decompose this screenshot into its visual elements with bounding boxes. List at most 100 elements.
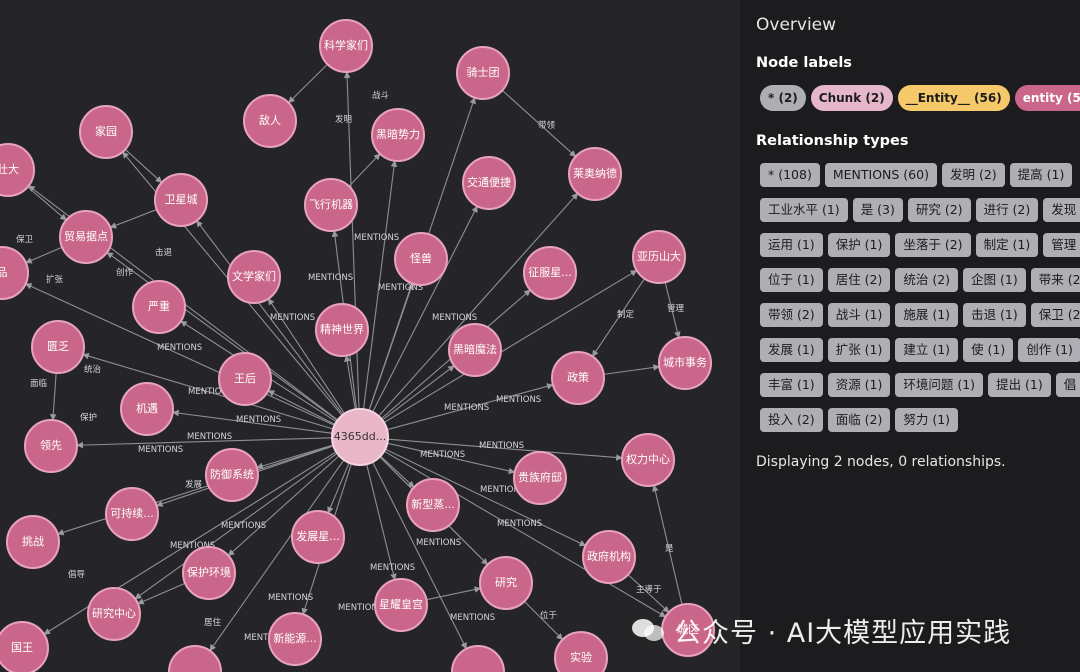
relationship-type-chip[interactable]: 工业水平 (1) [760,198,848,222]
relationship-edge[interactable] [426,586,482,601]
entity-node[interactable]: 新型蒸... [406,478,460,532]
entity-node[interactable]: 星耀皇宫 [374,578,428,632]
entity-node[interactable]: 发展星... [291,510,345,564]
relationship-edge[interactable] [603,364,660,375]
node-label-chip[interactable]: __Entity__ (56) [897,85,1010,111]
entity-node[interactable]: 挑战 [6,515,60,569]
entity-node[interactable]: 黑暗魔法 [448,323,502,377]
relationship-type-chip[interactable]: 运用 (1) [760,233,823,257]
entity-node[interactable]: 权力中心 [621,433,675,487]
entity-node[interactable]: 莱奥纳德 [568,147,622,201]
entity-node[interactable]: 交通便捷 [462,156,516,210]
relationship-type-chip[interactable]: 发展 (1) [760,338,823,362]
relationship-type-chip[interactable]: 制定 (1) [975,233,1039,257]
relationship-type-chip[interactable]: 管理 [1043,233,1080,257]
relationship-type-chip[interactable]: 坐落于 (2) [895,233,971,257]
relationship-type-chip[interactable]: 位于 (1) [760,268,823,292]
relationship-type-chip[interactable]: 保卫 (2 [1030,303,1080,327]
entity-node[interactable]: 政府机构 [582,530,636,584]
relationship-edge[interactable] [327,462,350,514]
node-label-chip[interactable]: entity (56) [1014,85,1080,111]
graph-svg[interactable]: 战斗发明带领击退创作 保卫扩张 MENTIONS MENTIONS MENTIONS ME… [0,0,740,672]
entity-node[interactable]: 征服星... [523,246,577,300]
entity-node[interactable]: 文学家们 [227,250,281,304]
entity-node[interactable]: 研究中心 [87,587,141,641]
relationship-type-chip[interactable]: 企图 (1) [963,268,1026,292]
entity-node[interactable]: 王后 [218,352,272,406]
relationship-type-chip[interactable]: 统治 (2) [895,268,959,292]
entity-node[interactable]: 新能源... [268,612,322,666]
entity-node[interactable]: 研究 [479,556,533,610]
relationship-type-chip[interactable]: 带领 (2) [760,303,823,327]
relationship-type-chip[interactable]: 研究 (2) [907,198,971,222]
relationship-type-chip[interactable]: * (108) [760,163,820,187]
relationship-edge[interactable] [49,372,57,421]
entity-node[interactable]: 品 [0,246,29,300]
relationship-edge[interactable] [27,186,67,221]
entity-node[interactable]: 精神世界 [315,303,369,357]
entity-node[interactable]: 黑暗势力 [371,108,425,162]
relationship-edge[interactable] [109,208,157,229]
relationship-type-chip[interactable]: 环境问题 (1) [895,373,984,397]
entity-node[interactable]: 城市事务 [658,336,712,390]
relationship-type-chip[interactable]: 战斗 (1) [827,303,891,327]
relationship-type-chip[interactable]: 进行 (2) [975,198,1039,222]
entity-node[interactable]: 科学家们 [319,19,373,73]
relationship-type-chip[interactable]: 丰富 (1) [760,373,823,397]
relationship-type-chip[interactable]: 发明 (2) [941,163,1005,187]
entity-node[interactable]: 飞行机器 [304,178,358,232]
relationship-type-chip[interactable]: 施展 (1) [895,303,959,327]
relationship-type-chip[interactable]: 倡 [1055,373,1080,397]
relationship-edge[interactable] [378,192,579,417]
relationship-type-chip[interactable]: 居住 (2) [827,268,891,292]
node-label-chip[interactable]: * (2) [760,85,806,111]
node-label-chip[interactable]: Chunk (2) [810,85,893,111]
relationship-type-chip[interactable]: 保护 (1) [827,233,891,257]
entity-node[interactable]: 贸易据点 [59,210,113,264]
entity-node[interactable]: 怪兽 [394,232,448,286]
entity-node[interactable]: 家园 [79,105,133,159]
relationship-type-chip[interactable]: 使 (1) [963,338,1014,362]
entity-node[interactable]: 机遇 [120,382,174,436]
node-circle[interactable] [168,645,222,672]
entity-node[interactable]: 贵族府邸 [513,451,567,505]
entity-node[interactable]: 政策 [551,351,605,405]
relationship-type-chip[interactable]: MENTIONS (60) [824,163,937,187]
relationship-type-chip[interactable]: 提高 (1) [1009,163,1073,187]
relationship-type-chip[interactable]: 努力 (1) [895,408,959,432]
entity-node[interactable]: 保护环境 [182,546,236,600]
relationship-type-chip[interactable]: 击退 (1) [963,303,1026,327]
relationship-edge[interactable] [25,246,63,264]
entity-node[interactable]: 防御系统 [205,448,259,502]
entity-node[interactable]: 骑士团 [456,46,510,100]
entity-node[interactable]: 实验 [554,631,608,672]
relationship-type-chip[interactable]: 扩张 (1) [827,338,891,362]
entity-node[interactable]: 卫星城 [154,173,208,227]
chunk-node[interactable]: 4365dd... [331,408,389,466]
node-circle[interactable] [451,645,505,672]
entity-node[interactable]: 严重 [132,280,186,334]
entity-node[interactable]: 亚历山大 [632,230,686,284]
entity-node[interactable]: 领先 [24,419,78,473]
relationship-type-chip[interactable]: 带来 (2 [1030,268,1080,292]
entity-node[interactable] [451,645,505,672]
entity-node[interactable]: 国王 [0,621,49,672]
relationship-edge[interactable] [288,63,328,104]
graph-canvas[interactable]: 战斗 发明 带领 击退 创作 保卫 扩张 MENTIONS MENTIONS MENTIONS ME… [0,0,740,672]
relationship-type-chip[interactable]: 资源 (1) [827,373,891,397]
relationship-type-chip[interactable]: 投入 (2) [760,408,823,432]
relationship-type-chip[interactable]: 提出 (1) [988,373,1051,397]
relationship-edge[interactable] [137,582,186,605]
entity-node[interactable]: 敌人 [243,94,297,148]
relationship-type-chip[interactable]: 建立 (1) [895,338,959,362]
relationship-type-chip[interactable]: 创作 (1) [1018,338,1080,362]
relationship-type-chip[interactable]: 面临 (2) [827,408,891,432]
entity-node[interactable]: 匮乏 [31,320,85,374]
entity-node[interactable]: 可持续... [105,487,159,541]
relationship-edge[interactable] [348,153,381,187]
relationship-type-chip[interactable]: 是 (3) [852,198,903,222]
relationship-type-chip[interactable]: 发现 [1043,198,1080,222]
edge-label: 倡导 [68,569,86,580]
entity-node[interactable] [168,645,222,672]
edge-label: 保护 [80,412,97,423]
